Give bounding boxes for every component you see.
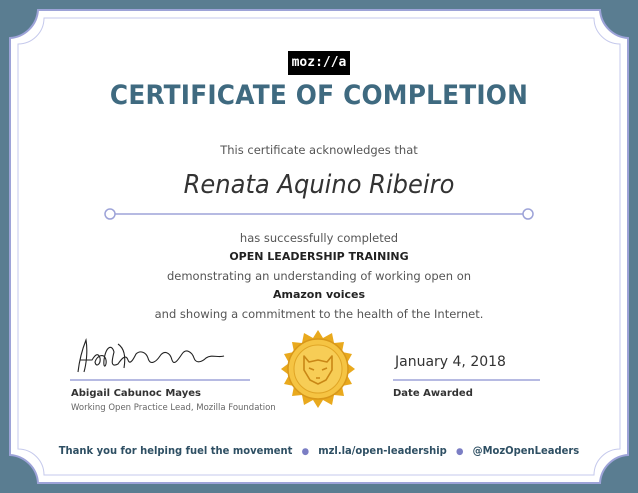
project-name: Amazon voices — [272, 288, 366, 301]
footer-thanks: Thank you for helping fuel the movement — [58, 445, 293, 457]
commitment-text: and showing a commitment to the health o… — [154, 307, 484, 321]
mozilla-logo: moz://a — [288, 51, 350, 75]
signatory-name: Abigail Cabunoc Mayes — [71, 388, 201, 399]
acknowledgement-text: This certificate acknowledges that — [220, 143, 418, 157]
certificate-title: CERTIFICATE OF COMPLETION — [109, 80, 529, 111]
footer: Thank you for helping fuel the movement … — [16, 445, 622, 457]
footer-handle[interactable]: @MozOpenLeaders — [473, 445, 580, 457]
recipient-name: Renata Aquino Ribeiro — [183, 170, 455, 200]
award-date-label: Date Awarded — [393, 388, 473, 399]
program-name: OPEN LEADERSHIP TRAINING — [229, 250, 409, 263]
award-date: January 4, 2018 — [395, 354, 506, 370]
signatory-role: Working Open Practice Lead, Mozilla Foun… — [71, 403, 276, 413]
bullet-icon: ● — [301, 447, 310, 457]
demonstrating-text: demonstrating an understanding of workin… — [166, 269, 472, 283]
bullet-icon: ● — [455, 447, 464, 457]
completed-text: has successfully completed — [239, 231, 399, 245]
footer-link[interactable]: mzl.la/open-leadership — [318, 445, 447, 457]
